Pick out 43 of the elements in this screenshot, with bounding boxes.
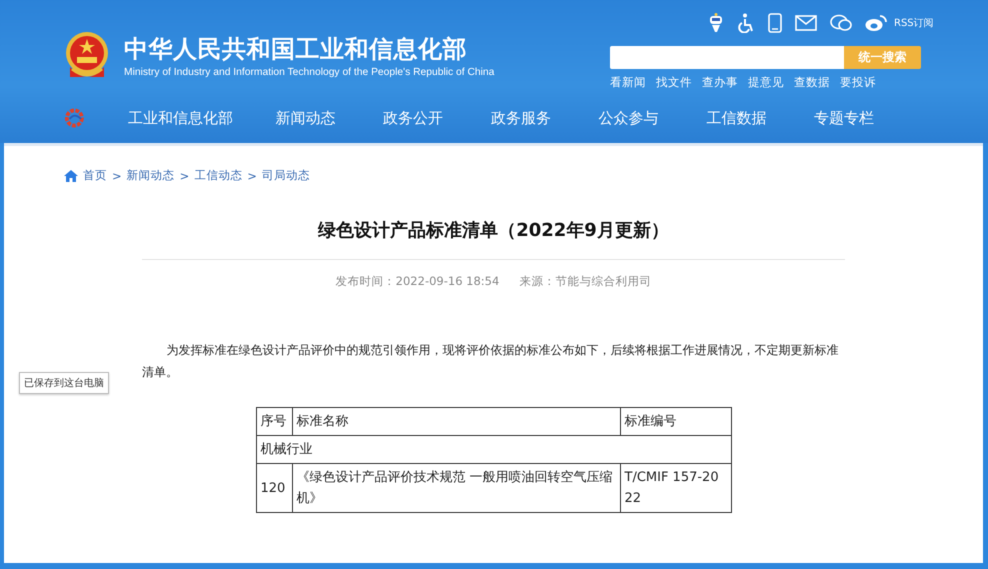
site-title: 中华人民共和国工业和信息化部 bbox=[124, 34, 468, 64]
robot-icon[interactable] bbox=[708, 13, 724, 33]
breadcrumb-link[interactable]: 新闻动态 bbox=[126, 168, 175, 183]
quick-link[interactable]: 要投诉 bbox=[840, 75, 876, 90]
quick-link[interactable]: 查办事 bbox=[702, 75, 738, 90]
home-icon[interactable] bbox=[64, 170, 78, 182]
article-title: 绿色设计产品标准清单（2022年9月更新） bbox=[318, 219, 669, 243]
nav-item[interactable]: 政务服务 bbox=[490, 108, 599, 128]
rss-link[interactable]: RSS订阅 bbox=[894, 16, 934, 30]
breadcrumb-separator: > bbox=[247, 168, 257, 182]
quick-link[interactable]: 看新闻 bbox=[610, 75, 646, 90]
nav-item[interactable]: 专题专栏 bbox=[814, 108, 922, 128]
nav-item[interactable]: 公众参与 bbox=[598, 108, 706, 128]
article-paragraph: 为发挥标准在绿色设计产品评价中的规范引领作用，现将评价依据的标准公布如下，后续将根据工作进展情况，不定期更新标准清单。 bbox=[142, 342, 840, 381]
nav-item[interactable]: 工业和信息化部 bbox=[128, 108, 276, 128]
article-source: 来源：节能与综合利用司 bbox=[519, 274, 652, 289]
breadcrumb-separator: > bbox=[180, 168, 190, 182]
column-header: 序号 bbox=[256, 408, 292, 436]
breadcrumb-link[interactable]: 工信动态 bbox=[194, 168, 242, 183]
saved-badge: 已保存到这台电脑 bbox=[19, 372, 109, 394]
breadcrumb-link[interactable]: 司局动态 bbox=[262, 168, 310, 183]
weibo-icon[interactable] bbox=[865, 14, 887, 32]
section-cell: 机械行业 bbox=[256, 436, 731, 464]
column-header: 标准编号 bbox=[620, 408, 731, 436]
phone-icon[interactable] bbox=[768, 13, 782, 33]
table-cell: 120 bbox=[256, 464, 292, 512]
search-field[interactable] bbox=[610, 46, 844, 69]
site-subtitle: Ministry of Industry and Information Technology of the People's Republic of China bbox=[124, 66, 494, 80]
breadcrumb-link[interactable]: 首页 bbox=[83, 168, 107, 183]
table-cell: 《绿色设计产品评价技术规范 一般用喷油回转空气压缩机》 bbox=[292, 464, 620, 512]
chat-bubbles-icon[interactable] bbox=[830, 14, 852, 32]
nav-item[interactable]: 新闻动态 bbox=[275, 108, 384, 128]
mail-icon[interactable] bbox=[795, 15, 817, 31]
column-header: 标准名称 bbox=[292, 408, 620, 436]
quick-link[interactable]: 找文件 bbox=[656, 75, 692, 90]
nav-item[interactable]: 工信数据 bbox=[706, 108, 814, 128]
breadcrumb-separator: > bbox=[112, 168, 122, 182]
wheelchair-icon[interactable] bbox=[737, 13, 755, 33]
nav-item[interactable]: 政务公开 bbox=[383, 108, 491, 128]
table-cell: T/CMIF 157-2022 bbox=[620, 464, 731, 512]
publish-time: 发布时间：2022-09-16 18:54 bbox=[336, 274, 500, 289]
quick-link[interactable]: 提意见 bbox=[748, 75, 784, 90]
quick-link[interactable]: 查数据 bbox=[794, 75, 830, 90]
